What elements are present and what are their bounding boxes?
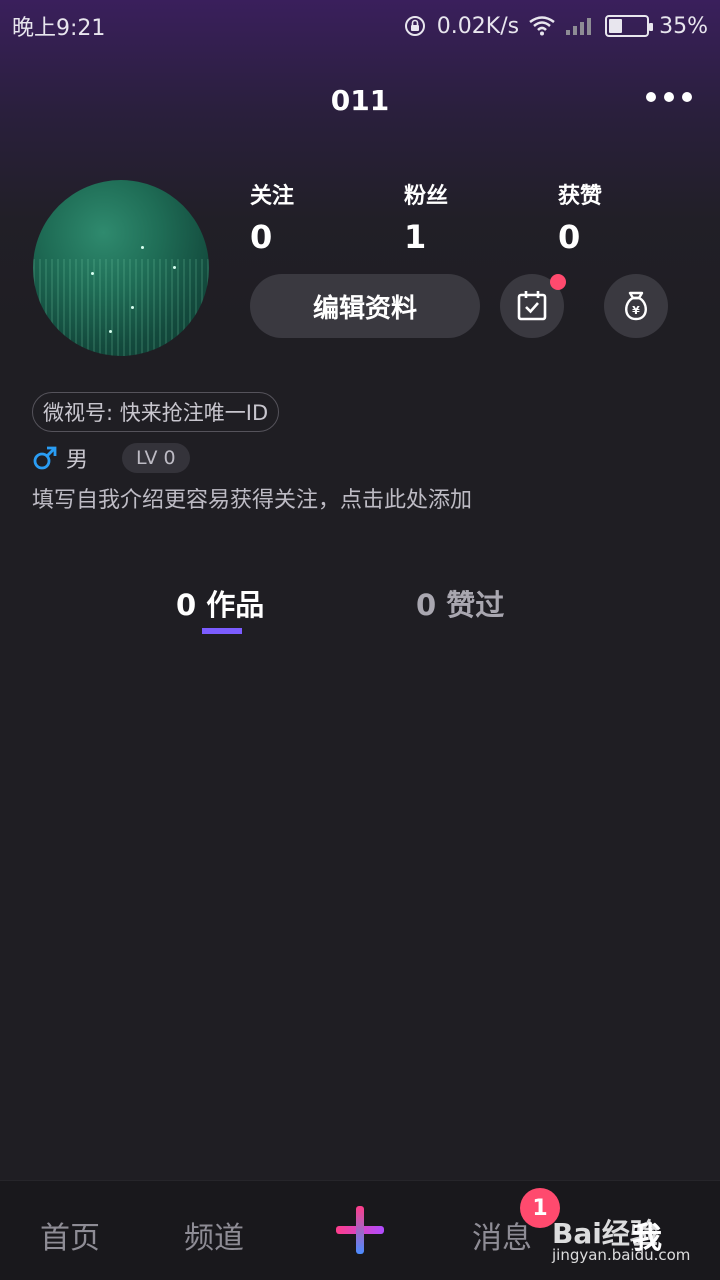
tab-indicator bbox=[202, 628, 242, 634]
status-bar: 晚上9:21 0.02K/s 35% bbox=[0, 0, 720, 52]
gender-row: 男 LV 0 bbox=[32, 440, 190, 476]
male-icon bbox=[33, 446, 57, 470]
stat-label: 关注 bbox=[250, 184, 295, 209]
money-bag-icon: ¥ bbox=[625, 291, 647, 321]
bio-placeholder[interactable]: 填写自我介绍更容易获得关注，点击此处添加 bbox=[32, 482, 472, 514]
network-speed: 0.02K/s bbox=[436, 13, 520, 39]
avatar-dot bbox=[141, 246, 144, 249]
avatar-dot bbox=[91, 272, 94, 275]
page-title: 011 bbox=[330, 84, 390, 117]
notification-dot bbox=[550, 274, 566, 290]
avatar-dot bbox=[131, 306, 134, 309]
battery-percent: 35% bbox=[659, 13, 708, 39]
plus-icon[interactable] bbox=[336, 1206, 384, 1254]
stat-label: 粉丝 bbox=[404, 184, 449, 209]
avatar-grass bbox=[33, 259, 209, 356]
rotation-lock-icon bbox=[404, 16, 425, 36]
level-badge[interactable]: LV 0 bbox=[122, 443, 190, 473]
signal-icon bbox=[566, 18, 592, 35]
status-icons: 0.02K/s 35% bbox=[403, 14, 708, 39]
stat-value: 0 bbox=[250, 218, 273, 256]
avatar-dot bbox=[173, 266, 176, 269]
wallet-button[interactable]: ¥ bbox=[604, 274, 668, 338]
wifi-icon bbox=[529, 16, 555, 36]
battery-icon bbox=[605, 15, 654, 37]
watermark-url: jingyan.baidu.com bbox=[552, 1246, 691, 1264]
tab-works[interactable]: 0 作品 bbox=[176, 582, 264, 624]
checkin-button[interactable] bbox=[500, 274, 566, 338]
stat-following[interactable]: 关注 0 bbox=[250, 178, 294, 256]
stat-fans[interactable]: 粉丝 1 bbox=[404, 178, 448, 256]
avatar-dot bbox=[109, 330, 112, 333]
svg-text:¥: ¥ bbox=[632, 304, 640, 317]
nav-channel[interactable]: 频道 bbox=[184, 1213, 244, 1257]
calendar-check-icon bbox=[517, 291, 547, 321]
nav-home[interactable]: 首页 bbox=[40, 1213, 100, 1257]
weishi-id-badge[interactable]: 微视号: 快来抢注唯一ID bbox=[32, 392, 280, 432]
gender-label: 男 bbox=[66, 448, 89, 473]
status-time: 晚上9:21 bbox=[12, 16, 106, 41]
tab-liked[interactable]: 0 赞过 bbox=[416, 582, 504, 624]
more-dots-icon[interactable] bbox=[646, 92, 692, 102]
stat-value: 1 bbox=[404, 218, 427, 256]
stat-likes-received[interactable]: 获赞 0 bbox=[558, 178, 602, 256]
stat-label: 获赞 bbox=[558, 184, 603, 209]
edit-profile-button[interactable]: 编辑资料 bbox=[250, 274, 480, 338]
stat-value: 0 bbox=[558, 218, 581, 256]
avatar[interactable] bbox=[33, 180, 209, 356]
profile-screen: 晚上9:21 0.02K/s 35% 011 关注 0 粉丝 1 获赞 0 编辑… bbox=[0, 0, 720, 1280]
